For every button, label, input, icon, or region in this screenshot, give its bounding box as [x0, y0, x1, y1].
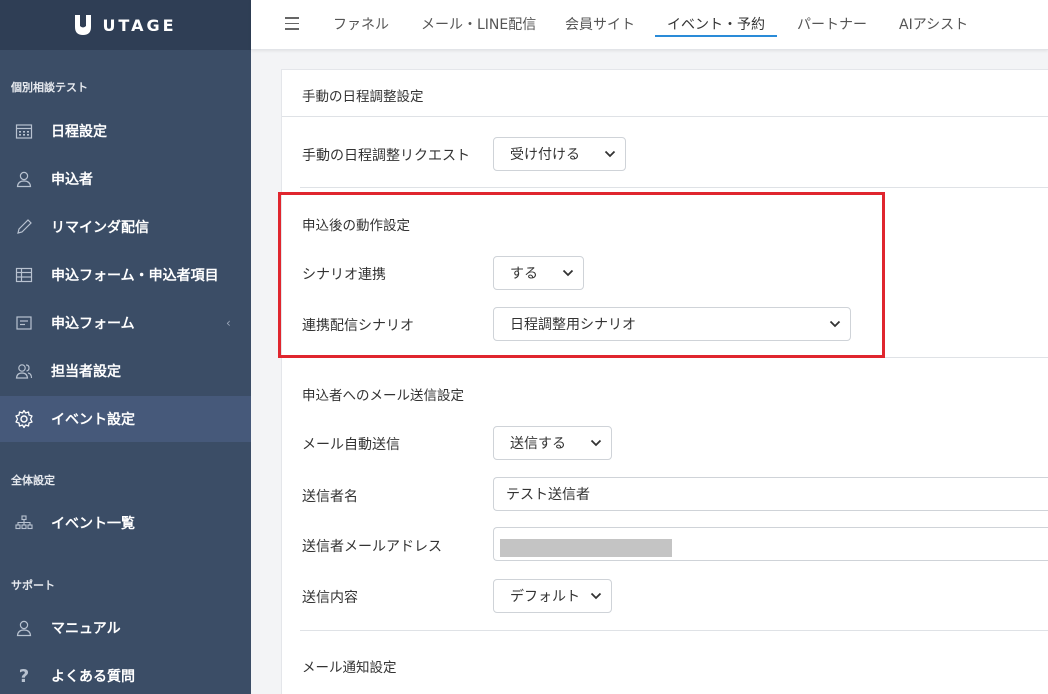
- divider: [300, 630, 1048, 631]
- sidebar-item-schedule[interactable]: 日程設定: [0, 108, 251, 154]
- section-heading-notify: メール通知設定: [302, 660, 397, 676]
- sidebar-item-label: 申込フォーム: [51, 316, 135, 332]
- pencil-icon: [14, 217, 34, 237]
- content-value: デフォルト: [510, 589, 580, 605]
- form-icon: [14, 313, 34, 333]
- sidebar-item-label: よくある質問: [51, 669, 135, 685]
- sidebar-item-label: イベント設定: [51, 412, 135, 428]
- section-label-global: 全体設定: [11, 474, 55, 487]
- chevron-left-icon: ‹: [226, 316, 231, 330]
- logo[interactable]: UTAGE: [0, 0, 251, 50]
- top-navigation: ファネル メール・LINE配信 会員サイト イベント・予約 パートナー AIアシ…: [251, 0, 1048, 50]
- sidebar-item-event-settings[interactable]: イベント設定: [0, 396, 251, 442]
- content-select[interactable]: デフォルト: [493, 579, 612, 613]
- sender-name-value: テスト送信者: [506, 487, 590, 503]
- auto-send-value: 送信する: [510, 436, 566, 452]
- divider: [300, 187, 1048, 188]
- sidebar-item-event-list[interactable]: イベント一覧: [0, 500, 251, 546]
- sender-email-label: 送信者メールアドレス: [302, 539, 442, 555]
- section-heading-manual: 手動の日程調整設定: [302, 89, 424, 105]
- manual-request-value: 受け付ける: [510, 147, 580, 163]
- sidebar-item-reminder[interactable]: リマインダ配信: [0, 204, 251, 250]
- sidebar-item-label: イベント一覧: [51, 516, 135, 532]
- chevron-down-icon: [590, 592, 602, 600]
- tab-mail-line[interactable]: メール・LINE配信: [421, 14, 536, 34]
- question-icon: ?: [18, 665, 30, 687]
- content-label: 送信内容: [302, 590, 358, 606]
- sender-name-input[interactable]: テスト送信者: [493, 477, 1048, 511]
- auto-send-select[interactable]: 送信する: [493, 426, 612, 460]
- sidebar-item-applicants[interactable]: 申込者: [0, 156, 251, 202]
- sidebar-item-form[interactable]: 申込フォーム ‹: [0, 300, 251, 346]
- utage-logo-icon: [75, 15, 92, 35]
- chevron-down-icon: [604, 150, 616, 158]
- logo-text: UTAGE: [102, 15, 177, 35]
- tab-ai-assist[interactable]: AIアシスト: [899, 14, 968, 34]
- section-label-support: サポート: [11, 579, 55, 592]
- settings-card: 手動の日程調整設定 手動の日程調整リクエスト 受け付ける 申込後の動作設定 シナ…: [281, 69, 1048, 694]
- table-icon: [14, 265, 34, 285]
- calendar-icon: [14, 121, 34, 141]
- user-icon: [14, 618, 34, 638]
- sender-email-input[interactable]: [493, 527, 1048, 561]
- sidebar: UTAGE 個別相談テスト 日程設定 申込者 リマインダ配信 申込フォーム・申込…: [0, 0, 251, 694]
- sidebar-item-label: マニュアル: [51, 621, 121, 637]
- sender-name-label: 送信者名: [302, 489, 358, 505]
- sidebar-item-staff[interactable]: 担当者設定: [0, 348, 251, 394]
- auto-send-label: メール自動送信: [302, 437, 400, 453]
- chevron-down-icon: [590, 439, 602, 447]
- manual-request-select[interactable]: 受け付ける: [493, 137, 626, 171]
- sidebar-item-faq[interactable]: ? よくある質問: [0, 653, 251, 694]
- active-tab-indicator: [655, 35, 777, 37]
- tab-funnel[interactable]: ファネル: [333, 14, 389, 34]
- menu-icon[interactable]: [285, 17, 299, 31]
- sidebar-item-label: 申込者: [51, 172, 93, 188]
- divider: [282, 116, 1048, 117]
- sidebar-item-label: 申込フォーム・申込者項目: [51, 268, 219, 284]
- section-heading-mail: 申込者へのメール送信設定: [302, 388, 464, 404]
- gear-icon: [14, 409, 34, 429]
- users-icon: [14, 361, 34, 381]
- sidebar-item-label: 日程設定: [51, 124, 107, 140]
- user-icon: [14, 169, 34, 189]
- sidebar-item-label: リマインダ配信: [51, 220, 149, 236]
- section-label-project: 個別相談テスト: [11, 81, 88, 94]
- sitemap-icon: [14, 513, 34, 533]
- sidebar-item-label: 担当者設定: [51, 364, 121, 380]
- tab-partner[interactable]: パートナー: [797, 14, 867, 34]
- redacted-email: [500, 539, 672, 557]
- tab-event[interactable]: イベント・予約: [667, 14, 765, 34]
- sidebar-item-form-fields[interactable]: 申込フォーム・申込者項目: [0, 252, 251, 298]
- manual-request-label: 手動の日程調整リクエスト: [302, 148, 470, 164]
- sidebar-item-manual[interactable]: マニュアル: [0, 605, 251, 651]
- annotation-highlight-box: [278, 192, 885, 358]
- tab-member-site[interactable]: 会員サイト: [565, 14, 635, 34]
